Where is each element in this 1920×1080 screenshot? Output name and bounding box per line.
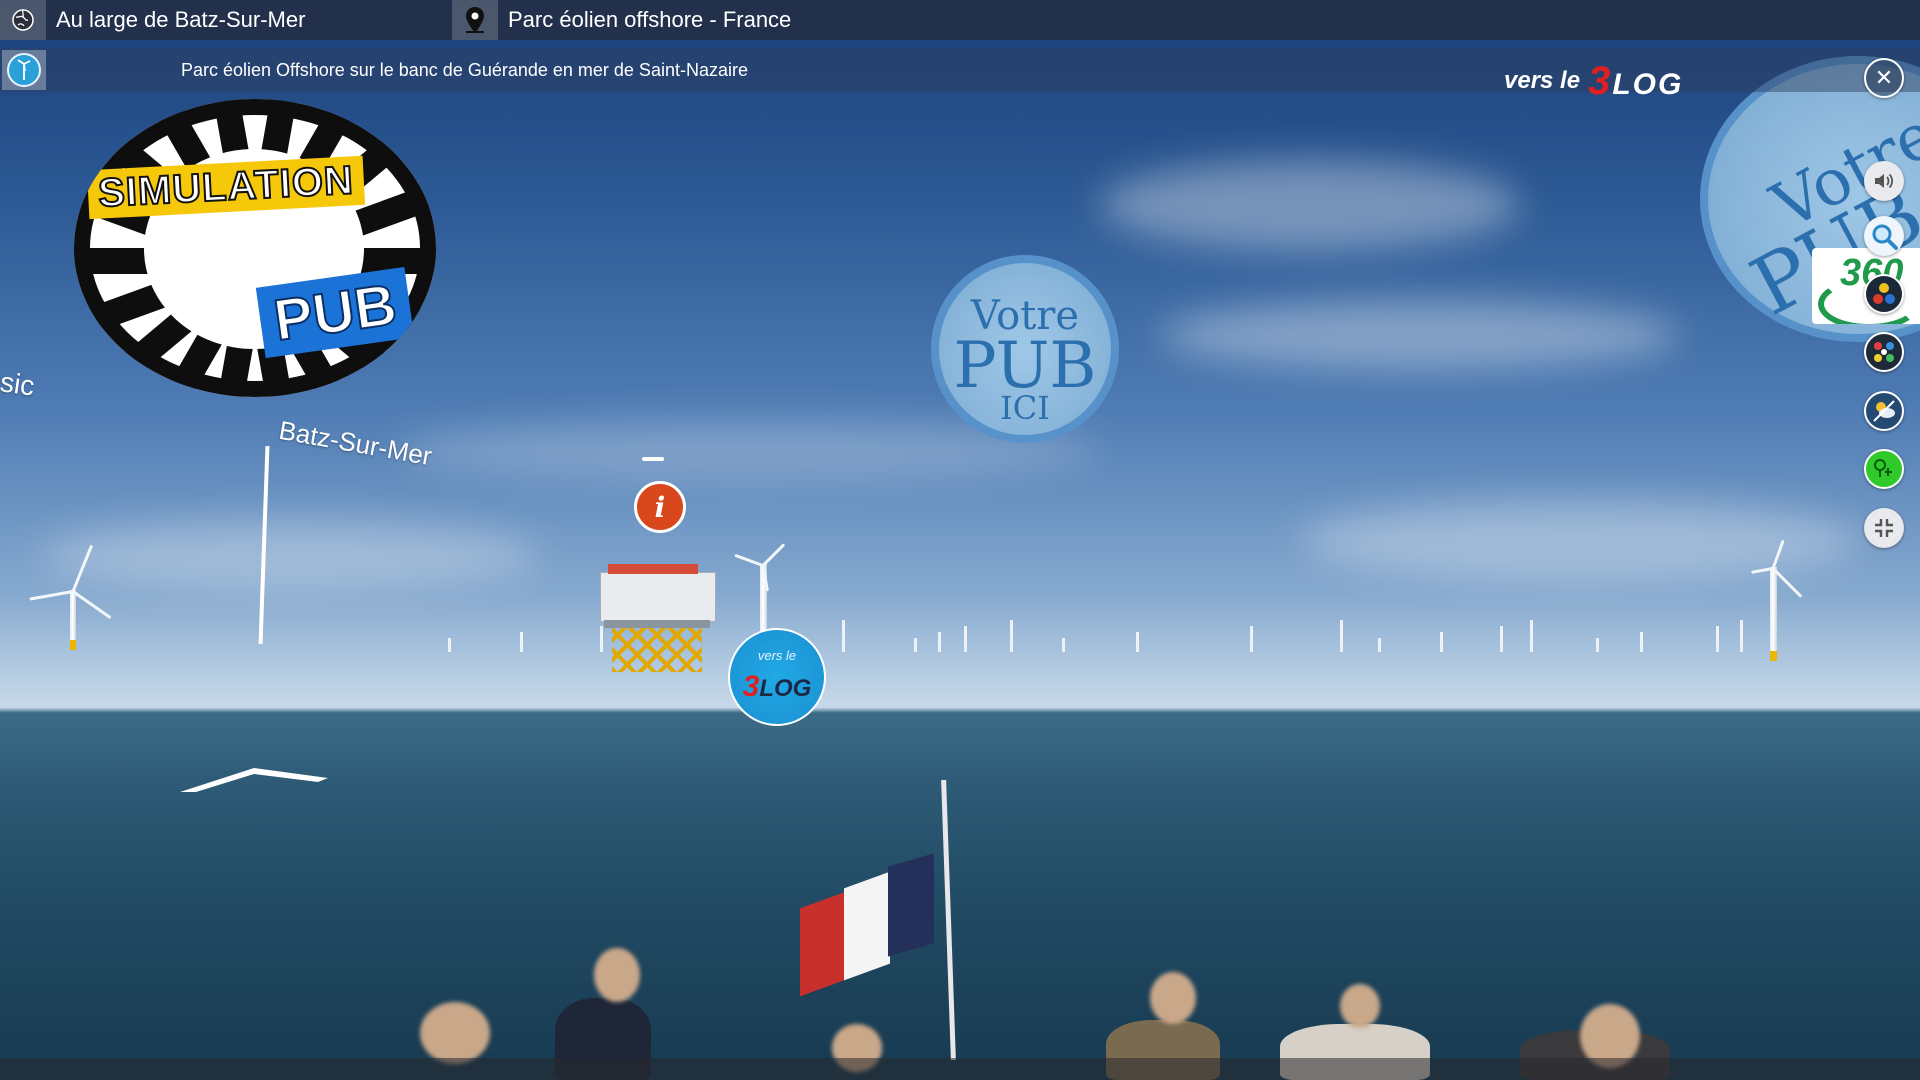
info-hotspot[interactable]: i — [634, 481, 686, 533]
blog-logo-text: LOG — [1612, 67, 1684, 101]
distant-turbine — [1440, 632, 1443, 652]
location-title: Au large de Batz-Sur-Mer — [56, 7, 306, 32]
distant-turbine — [1010, 620, 1013, 652]
distant-turbine — [448, 638, 451, 652]
distant-turbine — [1136, 632, 1139, 652]
distant-turbine — [1596, 638, 1599, 652]
weather-button[interactable] — [1864, 391, 1904, 431]
distant-turbine — [1530, 620, 1533, 652]
bottom-bar — [0, 1058, 1920, 1080]
music-label[interactable]: isic — [0, 365, 36, 402]
exit-fullscreen-icon — [1875, 519, 1893, 537]
simulation-pub-hotspot[interactable]: SIMULATION PUB — [74, 99, 436, 397]
globe-icon[interactable] — [0, 0, 46, 40]
wind-turbine-icon[interactable] — [2, 50, 46, 90]
navigation-arrow-icon[interactable] — [180, 764, 328, 794]
cloud — [1100, 160, 1520, 250]
sound-button[interactable] — [1864, 161, 1904, 201]
blog-banner-prefix: vers le — [1504, 67, 1581, 94]
title-bar: Au large de Batz-Sur-Mer Parc éolien off… — [0, 0, 1920, 40]
votre-pub-hotspot[interactable]: Votre PUB ICI — [931, 255, 1119, 443]
blog-banner-link[interactable]: vers le 3LOG — [1504, 56, 1683, 106]
blog-hotspot-logo-text: LOG — [759, 675, 812, 702]
wind-turbine — [1751, 539, 1830, 665]
distant-turbine — [520, 632, 523, 652]
blog-logo: 3LOG — [1588, 59, 1683, 104]
distant-turbine — [938, 632, 941, 652]
scene-subtitle: Parc éolien Offshore sur le banc de Guér… — [181, 60, 748, 80]
distant-turbine — [1500, 626, 1503, 652]
close-button[interactable]: ✕ — [1864, 58, 1904, 98]
place-title: Parc éolien offshore - France — [508, 7, 792, 32]
blog-hotspot-logo: 3LOG — [730, 670, 824, 704]
exit-fullscreen-button[interactable] — [1864, 508, 1904, 548]
distant-turbine — [842, 620, 845, 652]
cloud — [1160, 300, 1680, 370]
distant-turbine — [1062, 638, 1065, 652]
search-button[interactable] — [1864, 216, 1904, 256]
dice-button[interactable] — [1864, 332, 1904, 372]
close-icon: ✕ — [1874, 65, 1894, 90]
distant-turbine — [914, 638, 917, 652]
blog-hotspot[interactable]: vers le 3LOG — [728, 628, 826, 726]
distant-turbine — [1340, 620, 1343, 652]
weather-icon — [1873, 400, 1895, 422]
info-icon: i — [654, 490, 666, 524]
distant-turbine — [1716, 626, 1719, 652]
offshore-substation — [598, 562, 716, 672]
distant-turbine — [1250, 626, 1253, 652]
blog-hotspot-logo-number: 3 — [742, 670, 760, 703]
blog-logo-number: 3 — [1588, 58, 1613, 103]
dice-icon — [1874, 342, 1894, 362]
info-hotspot-dash — [642, 457, 664, 461]
distant-turbine — [1378, 638, 1381, 652]
distant-turbine — [964, 626, 967, 652]
distant-turbine — [1740, 620, 1743, 652]
french-flag — [800, 840, 950, 997]
blog-hotspot-prefix: vers le — [757, 648, 797, 663]
game-button[interactable] — [1864, 274, 1904, 314]
share-button[interactable] — [1864, 449, 1904, 489]
wind-turbine — [29, 540, 130, 660]
share-icon — [1874, 459, 1892, 477]
controller-icon — [1873, 283, 1895, 304]
magnifier-icon — [1872, 224, 1898, 250]
speaker-icon — [1875, 173, 1894, 189]
map-pin-icon[interactable] — [452, 0, 498, 40]
distant-turbine — [1640, 632, 1643, 652]
votre-pub-line3: ICI — [1000, 389, 1050, 427]
